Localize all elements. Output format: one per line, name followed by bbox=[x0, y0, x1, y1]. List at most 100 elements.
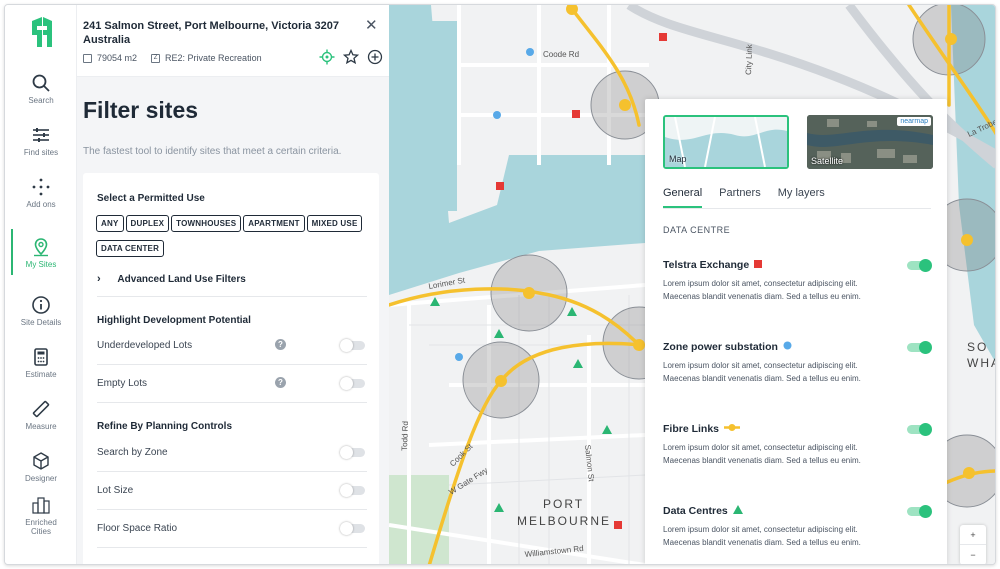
chip-data-center[interactable]: DATA CENTER bbox=[96, 240, 165, 257]
rail-enriched-cities[interactable]: Enriched Cities bbox=[5, 495, 77, 536]
rail-estimate[interactable]: Estimate bbox=[5, 347, 77, 379]
rail-label: Estimate bbox=[25, 370, 57, 379]
rail-label: Enriched Cities bbox=[25, 518, 57, 536]
advanced-filters-label: Advanced Land Use Filters bbox=[117, 274, 246, 285]
page-title: Filter sites bbox=[83, 97, 199, 123]
add-ons-icon bbox=[32, 178, 50, 196]
layer-item-zone-power-substation: Zone power substation Lorem ipsum dolor … bbox=[663, 341, 933, 385]
telstra-exchange-toggle[interactable] bbox=[907, 259, 932, 272]
rail-label: Site Details bbox=[20, 318, 62, 327]
permitted-use-chips: ANY DUPLEX TOWNHOUSES APARTMENT MIXED USE DAT… bbox=[96, 213, 376, 263]
street-label: Coode Rd bbox=[543, 50, 579, 59]
page-subtitle: The fastest tool to identify sites that … bbox=[83, 146, 342, 157]
filter-card: Select a Permitted Use ANY DUPLEX TOWNHOUS… bbox=[83, 173, 379, 564]
street-label: City Link bbox=[744, 43, 754, 75]
layer-item-fibre-links: Fibre Links Lorem ipsum dolor sit amet, … bbox=[663, 423, 933, 467]
add-circle-icon[interactable] bbox=[367, 49, 383, 65]
rail-my-sites[interactable]: My Sites bbox=[5, 229, 77, 275]
tab-my-layers[interactable]: My layers bbox=[778, 187, 825, 208]
green-triangle-icon bbox=[732, 505, 743, 517]
site-address: 241 Salmon Street, Port Melbourne, Victo… bbox=[83, 20, 339, 46]
chip-duplex[interactable]: DUPLEX bbox=[125, 215, 170, 232]
basemap-map-option[interactable]: Map bbox=[663, 115, 789, 169]
filter-row-empty-lots: Empty Lots ? bbox=[97, 365, 367, 403]
filter-row-label: Floor Space Ratio bbox=[97, 523, 178, 534]
close-icon[interactable]: ✕ bbox=[365, 16, 378, 34]
rail-find-sites[interactable]: Find sites bbox=[5, 125, 77, 157]
app-logo[interactable] bbox=[29, 17, 55, 47]
filter-panel: Filter sites The fastest tool to identif… bbox=[77, 77, 389, 564]
calculator-icon bbox=[34, 348, 48, 366]
section-heading: DATA CENTRE bbox=[663, 225, 731, 235]
rail-site-details[interactable]: Site Details bbox=[5, 295, 77, 327]
help-icon[interactable]: ? bbox=[275, 339, 286, 350]
underdeveloped-toggle[interactable] bbox=[340, 339, 365, 352]
ruler-icon bbox=[32, 400, 50, 418]
zone-toggle[interactable] bbox=[340, 446, 365, 459]
filter-row-fsr: Floor Space Ratio bbox=[97, 510, 367, 548]
rail-label: Add ons bbox=[26, 200, 56, 209]
filter-row-label: Underdeveloped Lots bbox=[97, 340, 193, 351]
chip-mixed-use[interactable]: MIXED USE bbox=[306, 215, 363, 232]
edge-label-2: WHA bbox=[967, 356, 996, 370]
layer-name: Data Centres bbox=[663, 505, 728, 517]
help-icon[interactable]: ? bbox=[275, 377, 286, 388]
refine-heading: Refine By Planning Controls bbox=[97, 421, 233, 432]
suburb-label-line1: PORT bbox=[543, 497, 584, 511]
layer-description: Lorem ipsum dolor sit amet, consectetur … bbox=[663, 279, 861, 301]
chevron-right-icon: › bbox=[97, 273, 101, 285]
rail-label: Find sites bbox=[23, 148, 59, 157]
layers-tabs: General Partners My layers bbox=[663, 187, 931, 209]
info-icon bbox=[32, 296, 50, 314]
nearmap-logo: nearmap bbox=[897, 117, 931, 126]
rail-label: My Sites bbox=[25, 260, 57, 269]
app-window: Search Find sites Add ons My Sites Site … bbox=[4, 4, 996, 565]
fsr-toggle[interactable] bbox=[340, 522, 365, 535]
layer-name: Zone power substation bbox=[663, 341, 778, 353]
data-centres-toggle[interactable] bbox=[907, 505, 932, 518]
zoom-in-button[interactable]: + bbox=[960, 525, 986, 545]
layers-panel: Map nearmap Satellite General Partners M… bbox=[645, 99, 947, 564]
location-pin-icon bbox=[34, 238, 48, 257]
rail-add-ons[interactable]: Add ons bbox=[5, 177, 77, 209]
site-zone: RE2: Private Recreation bbox=[165, 53, 262, 63]
zone-power-substation-toggle[interactable] bbox=[907, 341, 932, 354]
filter-row-lot-size: Lot Size bbox=[97, 472, 367, 510]
tab-partners[interactable]: Partners bbox=[719, 187, 761, 208]
layer-item-telstra-exchange: Telstra Exchange Lorem ipsum dolor sit a… bbox=[663, 259, 933, 303]
advanced-filters-toggle[interactable]: › Advanced Land Use Filters bbox=[97, 273, 367, 297]
site-actions bbox=[319, 48, 383, 65]
layer-name: Fibre Links bbox=[663, 423, 720, 435]
street-label: Todd Rd bbox=[400, 421, 410, 451]
layer-description: Lorem ipsum dolor sit amet, consectetur … bbox=[663, 361, 861, 383]
red-square-icon bbox=[754, 259, 763, 271]
chip-apartment[interactable]: APARTMENT bbox=[243, 215, 305, 232]
basemap-label: Satellite bbox=[811, 156, 844, 166]
layer-item-data-centres: Data Centres Lorem ipsum dolor sit amet,… bbox=[663, 505, 933, 549]
chip-any[interactable]: ANY bbox=[96, 215, 124, 232]
rail-measure[interactable]: Measure bbox=[5, 399, 77, 431]
rail-label: Search bbox=[28, 96, 54, 105]
cube-icon bbox=[33, 452, 49, 470]
zoom-out-button[interactable]: − bbox=[960, 545, 986, 564]
rail-search[interactable]: Search bbox=[5, 73, 77, 105]
zoom-control: + − bbox=[960, 525, 986, 564]
fibre-links-toggle[interactable] bbox=[907, 423, 932, 436]
tab-general[interactable]: General bbox=[663, 187, 703, 208]
suburb-label-line2: MELBOURNE bbox=[517, 514, 611, 528]
layer-description: Lorem ipsum dolor sit amet, consectetur … bbox=[663, 525, 861, 547]
layer-description: Lorem ipsum dolor sit amet, consectetur … bbox=[663, 443, 861, 465]
empty-lots-toggle[interactable] bbox=[340, 377, 365, 390]
star-icon[interactable] bbox=[342, 48, 360, 65]
rail-label: Measure bbox=[25, 422, 57, 431]
chip-townhouses[interactable]: TOWNHOUSES bbox=[171, 215, 242, 232]
layer-name: Telstra Exchange bbox=[663, 259, 750, 271]
rail-designer[interactable]: Designer bbox=[5, 451, 77, 483]
sliders-icon bbox=[33, 128, 49, 142]
lot-size-toggle[interactable] bbox=[340, 484, 365, 497]
locate-icon[interactable] bbox=[319, 49, 335, 65]
selected-site-header: 241 Salmon Street, Port Melbourne, Victo… bbox=[77, 5, 389, 77]
highlight-heading: Highlight Development Potential bbox=[97, 315, 251, 326]
basemap-satellite-option[interactable]: nearmap Satellite bbox=[807, 115, 933, 169]
basemap-label: Map bbox=[669, 154, 687, 164]
